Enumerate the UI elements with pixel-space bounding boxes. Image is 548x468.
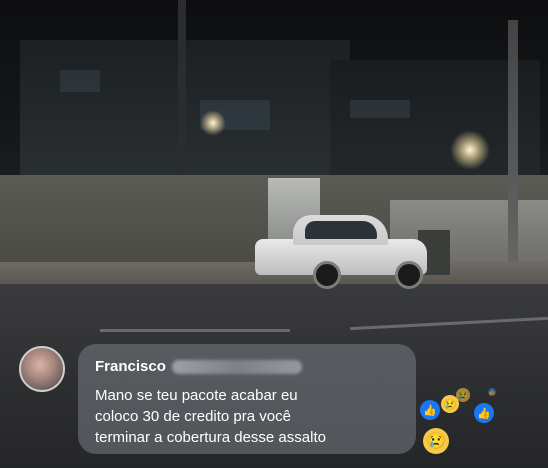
comment-author-row: Francisco xyxy=(95,358,302,375)
commenter-avatar[interactable] xyxy=(19,346,65,392)
sad-icon: 😢 xyxy=(423,428,449,454)
like-icon: 👍 xyxy=(420,400,440,420)
like-icon: 👍 xyxy=(474,403,494,423)
blurred-surname xyxy=(171,359,302,374)
comment-line: terminar a cobertura desse assalto xyxy=(95,429,326,446)
parked-car xyxy=(255,213,430,289)
comment-line: Mano se teu pacote acabar eu xyxy=(95,387,298,404)
lane-marking xyxy=(100,329,290,332)
comment-author-name[interactable]: Francisco xyxy=(95,358,166,375)
comment-text: Mano se teu pacote acabar eu coloco 30 d… xyxy=(95,385,410,448)
utility-pole xyxy=(178,0,186,180)
like-icon: 👍 xyxy=(488,388,496,396)
light-pole xyxy=(508,20,518,265)
comment-line: coloco 30 de credito pra você xyxy=(95,408,291,425)
street-lamp xyxy=(450,130,490,170)
street-lamp xyxy=(200,110,226,136)
sad-icon: 😢 xyxy=(456,388,470,402)
